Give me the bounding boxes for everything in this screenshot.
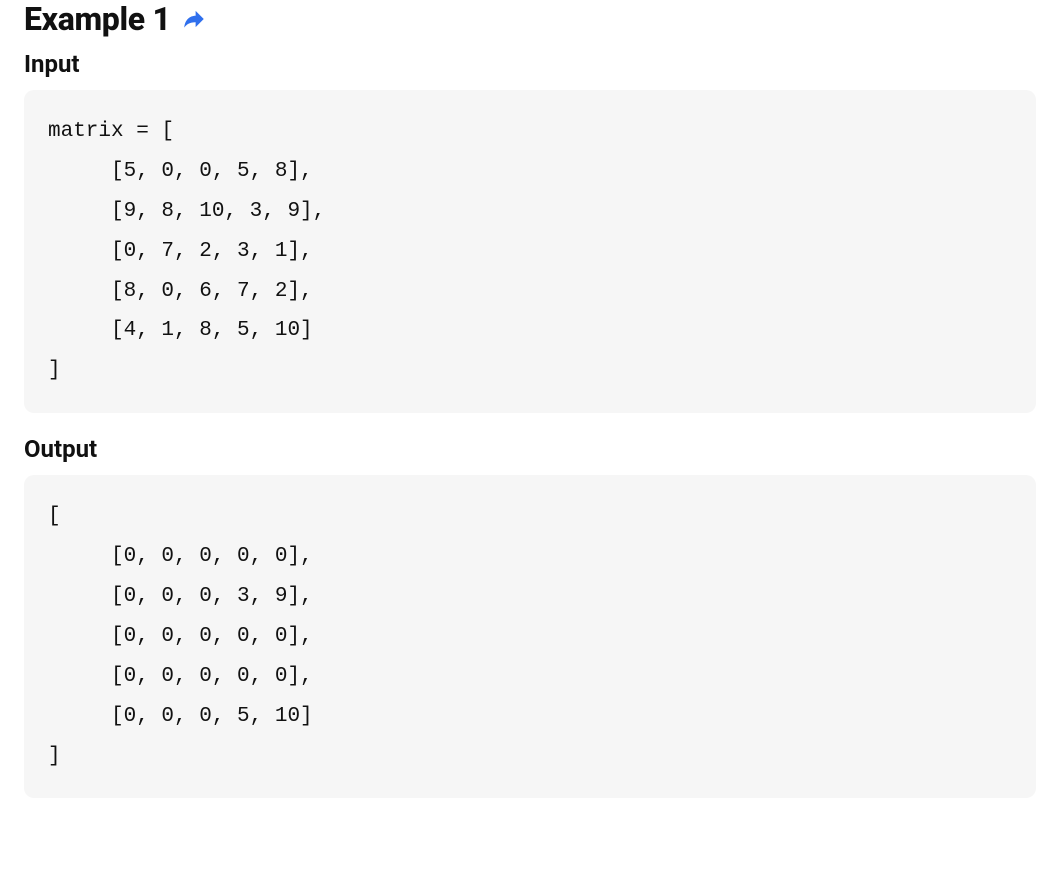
output-codeblock: [ [0, 0, 0, 0, 0], [0, 0, 0, 3, 9], [0, … — [24, 475, 1036, 798]
share-icon — [181, 6, 207, 32]
example-title-text: Example 1 — [24, 0, 171, 38]
input-heading: Input — [24, 50, 1036, 78]
output-heading: Output — [24, 435, 1036, 463]
share-link[interactable] — [181, 6, 207, 32]
example-title: Example 1 — [24, 0, 1036, 38]
input-codeblock: matrix = [ [5, 0, 0, 5, 8], [9, 8, 10, 3… — [24, 90, 1036, 413]
